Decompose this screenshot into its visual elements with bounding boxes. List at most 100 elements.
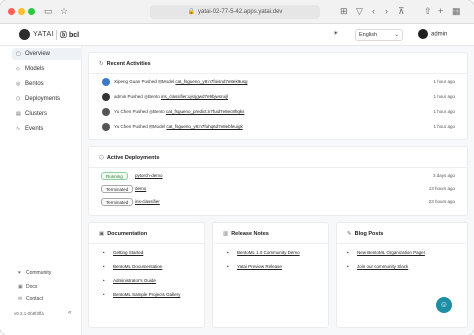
deployment-link[interactable]: demo [135, 184, 146, 194]
activity-text: Xipeng Guan Pushed ⊟Model cat_fsgueno_y8… [114, 75, 247, 89]
sidebar: ▢ Overview ◇ Models ◎ Bentos ⬡ Deployments ▤… [0, 46, 82, 335]
release-notes-title: Release Notes [231, 231, 269, 237]
status-badge: Running [101, 172, 128, 180]
translate-icon[interactable]: ⊞ [340, 5, 348, 17]
chat-support-button[interactable]: ☺ [436, 297, 452, 313]
blog-post-link[interactable]: • New BentoML Organization Page! [347, 250, 425, 255]
model-icon: ◇ [16, 66, 20, 72]
divider [89, 73, 467, 74]
cluster-icon: ▤ [16, 111, 21, 117]
bullet-icon: • [347, 250, 349, 255]
documentation-title: Documentation [107, 231, 148, 237]
bullet-icon: • [103, 278, 105, 283]
reader-icon[interactable]: ⊼ [398, 5, 405, 17]
activity-target-link[interactable]: iris_classifier:ujsrjgwd7e9bjwsruijl [161, 94, 228, 99]
sidebar-item-label: Models [25, 66, 45, 72]
sidebar-link-community[interactable]: ♥ Community [18, 270, 51, 276]
documentation-card: ▣ Documentation • Getting Started • BentoML… [88, 222, 205, 328]
avatar [102, 108, 110, 116]
chat-icon: ☺ [439, 300, 449, 309]
address-bar[interactable]: 🔒 yatai-02-77-5-42.apps.yatai.dev [150, 5, 320, 19]
release-note-link[interactable]: • Yatai Preview Release [227, 264, 282, 269]
sidebar-item-overview[interactable]: ▢ Overview [12, 48, 82, 60]
user-menu[interactable]: admin [418, 29, 447, 41]
deployment-time: 3 days ago [432, 173, 455, 178]
activity-target-link[interactable]: cat_fsgueno_predict:n7fuid7e8ec8hqks [166, 109, 244, 114]
doc-link-label: BentoML Sample Projects Gallery [113, 292, 181, 297]
doc-link[interactable]: • BentoML Sample Projects Gallery [103, 292, 180, 297]
sidebar-item-bentos[interactable]: ◎ Bentos [12, 78, 82, 90]
blog-post-link[interactable]: • Join our community Slack [347, 264, 408, 269]
organization-logo[interactable]: ⓑ bcl [60, 30, 79, 40]
tabs-icon[interactable]: ▦ [452, 5, 461, 17]
lock-icon: 🔒 [187, 9, 196, 15]
activity-user: admin [114, 94, 127, 99]
events-icon: ∿ [16, 126, 21, 132]
sidebar-item-label: Deployments [25, 96, 61, 102]
logo-text[interactable]: YATAI [33, 31, 54, 38]
deployment-link[interactable]: pytorch-demo [135, 171, 163, 181]
blog-posts-card: ✎ Blog Posts • New BentoML Organization Pa… [336, 222, 468, 328]
minimize-window-button[interactable] [18, 8, 25, 15]
activity-kind: Model [152, 124, 166, 129]
app-header: YATAI ⓑ bcl ☀ English ⌄ admin [0, 24, 474, 46]
overview-icon: ▢ [16, 51, 21, 57]
blog-post-label: Join our community Slack [357, 264, 409, 269]
card-title: ✎ Blog Posts [347, 231, 383, 237]
language-select[interactable]: English ⌄ [355, 29, 403, 41]
shield-icon[interactable]: ☆ [60, 5, 68, 17]
doc-link[interactable]: • Administrator's Guide [103, 278, 156, 283]
active-deployments-title: Active Deployments [106, 155, 160, 161]
url-text: yatai-02-77-5-42.apps.yatai.dev [198, 9, 283, 15]
doc-link[interactable]: • Getting Started [103, 250, 143, 255]
activity-text: admin Pushed ◎Bento iris_classifier:ujsr… [114, 90, 228, 104]
sidebar-link-contact[interactable]: ✉ Contact [18, 296, 43, 302]
forward-icon[interactable]: › [385, 5, 388, 17]
deployment-row: Terminated demo 13 hours ago [99, 184, 455, 194]
card-title: ⬡ Active Deployments [99, 155, 159, 161]
bento-icon: ◎ [16, 81, 21, 87]
activity-action: Pushed [132, 109, 148, 114]
sidebar-item-events[interactable]: ∿ Events [12, 123, 82, 135]
header-divider [56, 30, 57, 40]
card-title: ▥ Release Notes [223, 231, 269, 237]
activity-time: 1 hour ago [433, 79, 455, 84]
sidebar-item-label: Events [25, 126, 44, 132]
activity-target-link[interactable]: cat_fsgueno_y8:n7fuhq6d7e8ebfeuigk [166, 124, 242, 129]
release-note-label: Yatai Preview Release [237, 264, 282, 269]
activity-action: Pushed [132, 124, 148, 129]
deployment-time: 13 hours ago [428, 186, 455, 191]
deployment-link[interactable]: iris-classifier [135, 197, 160, 207]
docs-icon: ▣ [99, 231, 105, 237]
yatai-logo-icon[interactable] [19, 29, 30, 40]
card-title: ↻ Recent Activities [99, 61, 151, 67]
avatar [102, 93, 110, 101]
share-icon[interactable]: ⇧ [424, 5, 432, 17]
close-window-button[interactable] [8, 8, 15, 15]
maximize-window-button[interactable] [28, 8, 35, 15]
activity-target-link[interactable]: cat_fsgueno_y8:n7foisnd7e8ek9usg [175, 79, 247, 84]
theme-toggle-icon[interactable]: ☀ [333, 30, 338, 37]
sidebar-item-label: Overview [25, 51, 51, 57]
sidebar-item-deployments[interactable]: ⬡ Deployments [12, 93, 82, 105]
bullet-icon: • [347, 264, 349, 269]
sidebar-item-models[interactable]: ◇ Models [12, 63, 82, 75]
sidebar-item-clusters[interactable]: ▤ Clusters [12, 108, 82, 120]
activity-time: 1 hour ago [433, 94, 455, 99]
back-icon[interactable]: ‹ [372, 5, 375, 17]
release-note-label: BentoML 1.0 Community Demo [237, 250, 300, 255]
main-content: ↻ Recent Activities Xipeng Guan Pushed ⊟M… [82, 46, 474, 335]
sidebar-link-docs[interactable]: ▣ Docs [18, 284, 37, 290]
doc-link[interactable]: • BentoML Documentation [103, 264, 162, 269]
contact-icon: ✉ [18, 296, 23, 302]
sidebar-icon[interactable]: ▭ [44, 5, 53, 17]
activity-row: admin Pushed ◎Bento iris_classifier:ujsr… [99, 90, 455, 104]
sidebar-footer-label: Contact [26, 296, 44, 302]
vue-devtools-icon[interactable]: ▽ [356, 5, 363, 17]
new-tab-icon[interactable]: + [438, 5, 443, 17]
release-note-link[interactable]: • BentoML 1.0 Community Demo [227, 250, 300, 255]
deployment-time: 23 hours ago [428, 199, 455, 204]
doc-link-label: BentoML Documentation [113, 264, 163, 269]
collapse-sidebar-icon[interactable]: « [68, 310, 71, 316]
activity-text: Yu Chen Pushed ◎Bento cat_fsgueno_predic… [114, 105, 244, 119]
